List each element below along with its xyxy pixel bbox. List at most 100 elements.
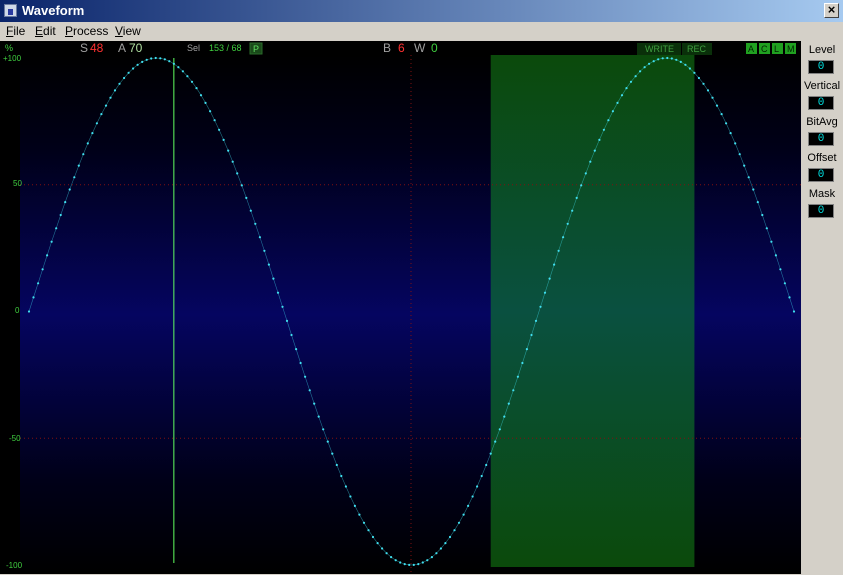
- sample-point: [530, 333, 533, 337]
- sample-point: [426, 559, 429, 562]
- bitavg-value[interactable]: 0: [808, 132, 834, 146]
- title-bar: Waveform ×: [0, 0, 843, 22]
- sample-point: [792, 310, 796, 313]
- sample-point: [453, 529, 456, 532]
- sample-point: [204, 101, 207, 104]
- sample-point: [367, 529, 370, 532]
- vertical-label: Vertical: [803, 80, 841, 92]
- sample-point: [494, 440, 497, 443]
- sample-point: [55, 227, 58, 230]
- sample-point: [444, 542, 447, 545]
- sample-point: [503, 415, 506, 418]
- y-tick-50: 50: [13, 179, 22, 188]
- y-tick-minus-50: -50: [9, 434, 21, 443]
- sample-point: [362, 521, 366, 524]
- sample-point: [91, 132, 94, 135]
- y-tick-0: 0: [15, 306, 20, 315]
- sample-point: [331, 452, 334, 455]
- sample-point: [774, 254, 778, 257]
- sample-point: [702, 82, 705, 85]
- sample-point: [498, 428, 501, 431]
- sample-point: [715, 104, 719, 107]
- sample-point: [249, 209, 252, 212]
- sample-point: [408, 563, 411, 567]
- percent-label: %: [5, 43, 13, 53]
- sample-point: [399, 561, 402, 564]
- sample-point: [258, 236, 261, 239]
- offset-label: Offset: [807, 152, 837, 164]
- sample-point: [41, 268, 44, 271]
- sample-point: [344, 485, 347, 488]
- sample-point: [448, 535, 452, 539]
- sample-point: [620, 94, 624, 97]
- sample-point: [756, 201, 759, 204]
- sample-point: [679, 60, 682, 63]
- sample-point: [589, 160, 592, 163]
- sample-point: [711, 96, 714, 99]
- sample-point: [534, 319, 538, 322]
- sample-point: [37, 282, 40, 285]
- menu-process[interactable]: Process: [65, 24, 108, 38]
- bitavg-label: BitAvg: [806, 116, 838, 128]
- sample-point: [82, 153, 85, 156]
- sample-point: [643, 66, 646, 69]
- sample-point: [670, 57, 673, 60]
- sample-point: [245, 196, 248, 199]
- offset-value[interactable]: 0: [808, 168, 834, 182]
- close-button[interactable]: ×: [824, 3, 839, 18]
- sample-point: [109, 96, 112, 99]
- w-label: W: [414, 41, 426, 55]
- sample-point: [100, 113, 103, 116]
- sample-point: [471, 495, 474, 498]
- sel-label: Sel: [187, 43, 200, 53]
- sample-point: [95, 122, 98, 125]
- menu-file[interactable]: File: [6, 24, 25, 38]
- sample-point: [666, 56, 669, 60]
- sample-point: [335, 463, 338, 467]
- waveform-plot[interactable]: % S 48 A 70 Sel 153 / 68 P B 6 W 0 WRITE…: [0, 41, 801, 574]
- sample-point: [50, 240, 53, 243]
- vertical-value[interactable]: 0: [808, 96, 834, 110]
- sample-point: [575, 196, 578, 199]
- sample-point: [32, 296, 35, 299]
- sample-point: [417, 563, 420, 566]
- mode-m-label: M: [787, 44, 795, 54]
- window-title: Waveform: [22, 3, 85, 18]
- sample-point: [236, 172, 239, 175]
- sample-point: [598, 138, 601, 141]
- sample-point: [435, 552, 438, 555]
- menu-view[interactable]: View: [115, 24, 141, 38]
- a-label: A: [118, 41, 126, 55]
- sample-point: [557, 249, 560, 252]
- sample-point: [675, 58, 678, 61]
- sample-point: [688, 67, 692, 70]
- sample-point: [381, 547, 384, 550]
- sample-point: [127, 71, 130, 74]
- sample-point: [371, 535, 375, 539]
- sample-point: [430, 556, 433, 559]
- sample-point: [783, 282, 787, 285]
- sample-point: [209, 110, 212, 113]
- sample-point: [720, 113, 723, 116]
- sample-point: [738, 153, 741, 156]
- menu-edit[interactable]: Edit: [35, 24, 56, 38]
- sample-point: [272, 277, 275, 280]
- sample-point: [652, 60, 655, 63]
- sample-point: [657, 58, 660, 61]
- sample-point: [218, 128, 221, 131]
- sample-point: [725, 122, 728, 125]
- sample-point: [376, 542, 379, 545]
- sample-point: [199, 94, 203, 97]
- sample-point: [317, 415, 320, 418]
- sample-point: [765, 227, 768, 230]
- sample-point: [154, 56, 157, 60]
- sample-point: [340, 474, 343, 478]
- sample-point: [571, 209, 574, 212]
- selection-region[interactable]: [490, 55, 695, 567]
- sample-point: [593, 149, 596, 152]
- b-label: B: [383, 41, 391, 55]
- sample-point: [358, 513, 361, 516]
- level-value[interactable]: 0: [808, 60, 834, 74]
- mask-value[interactable]: 0: [808, 204, 834, 218]
- sample-point: [181, 70, 184, 73]
